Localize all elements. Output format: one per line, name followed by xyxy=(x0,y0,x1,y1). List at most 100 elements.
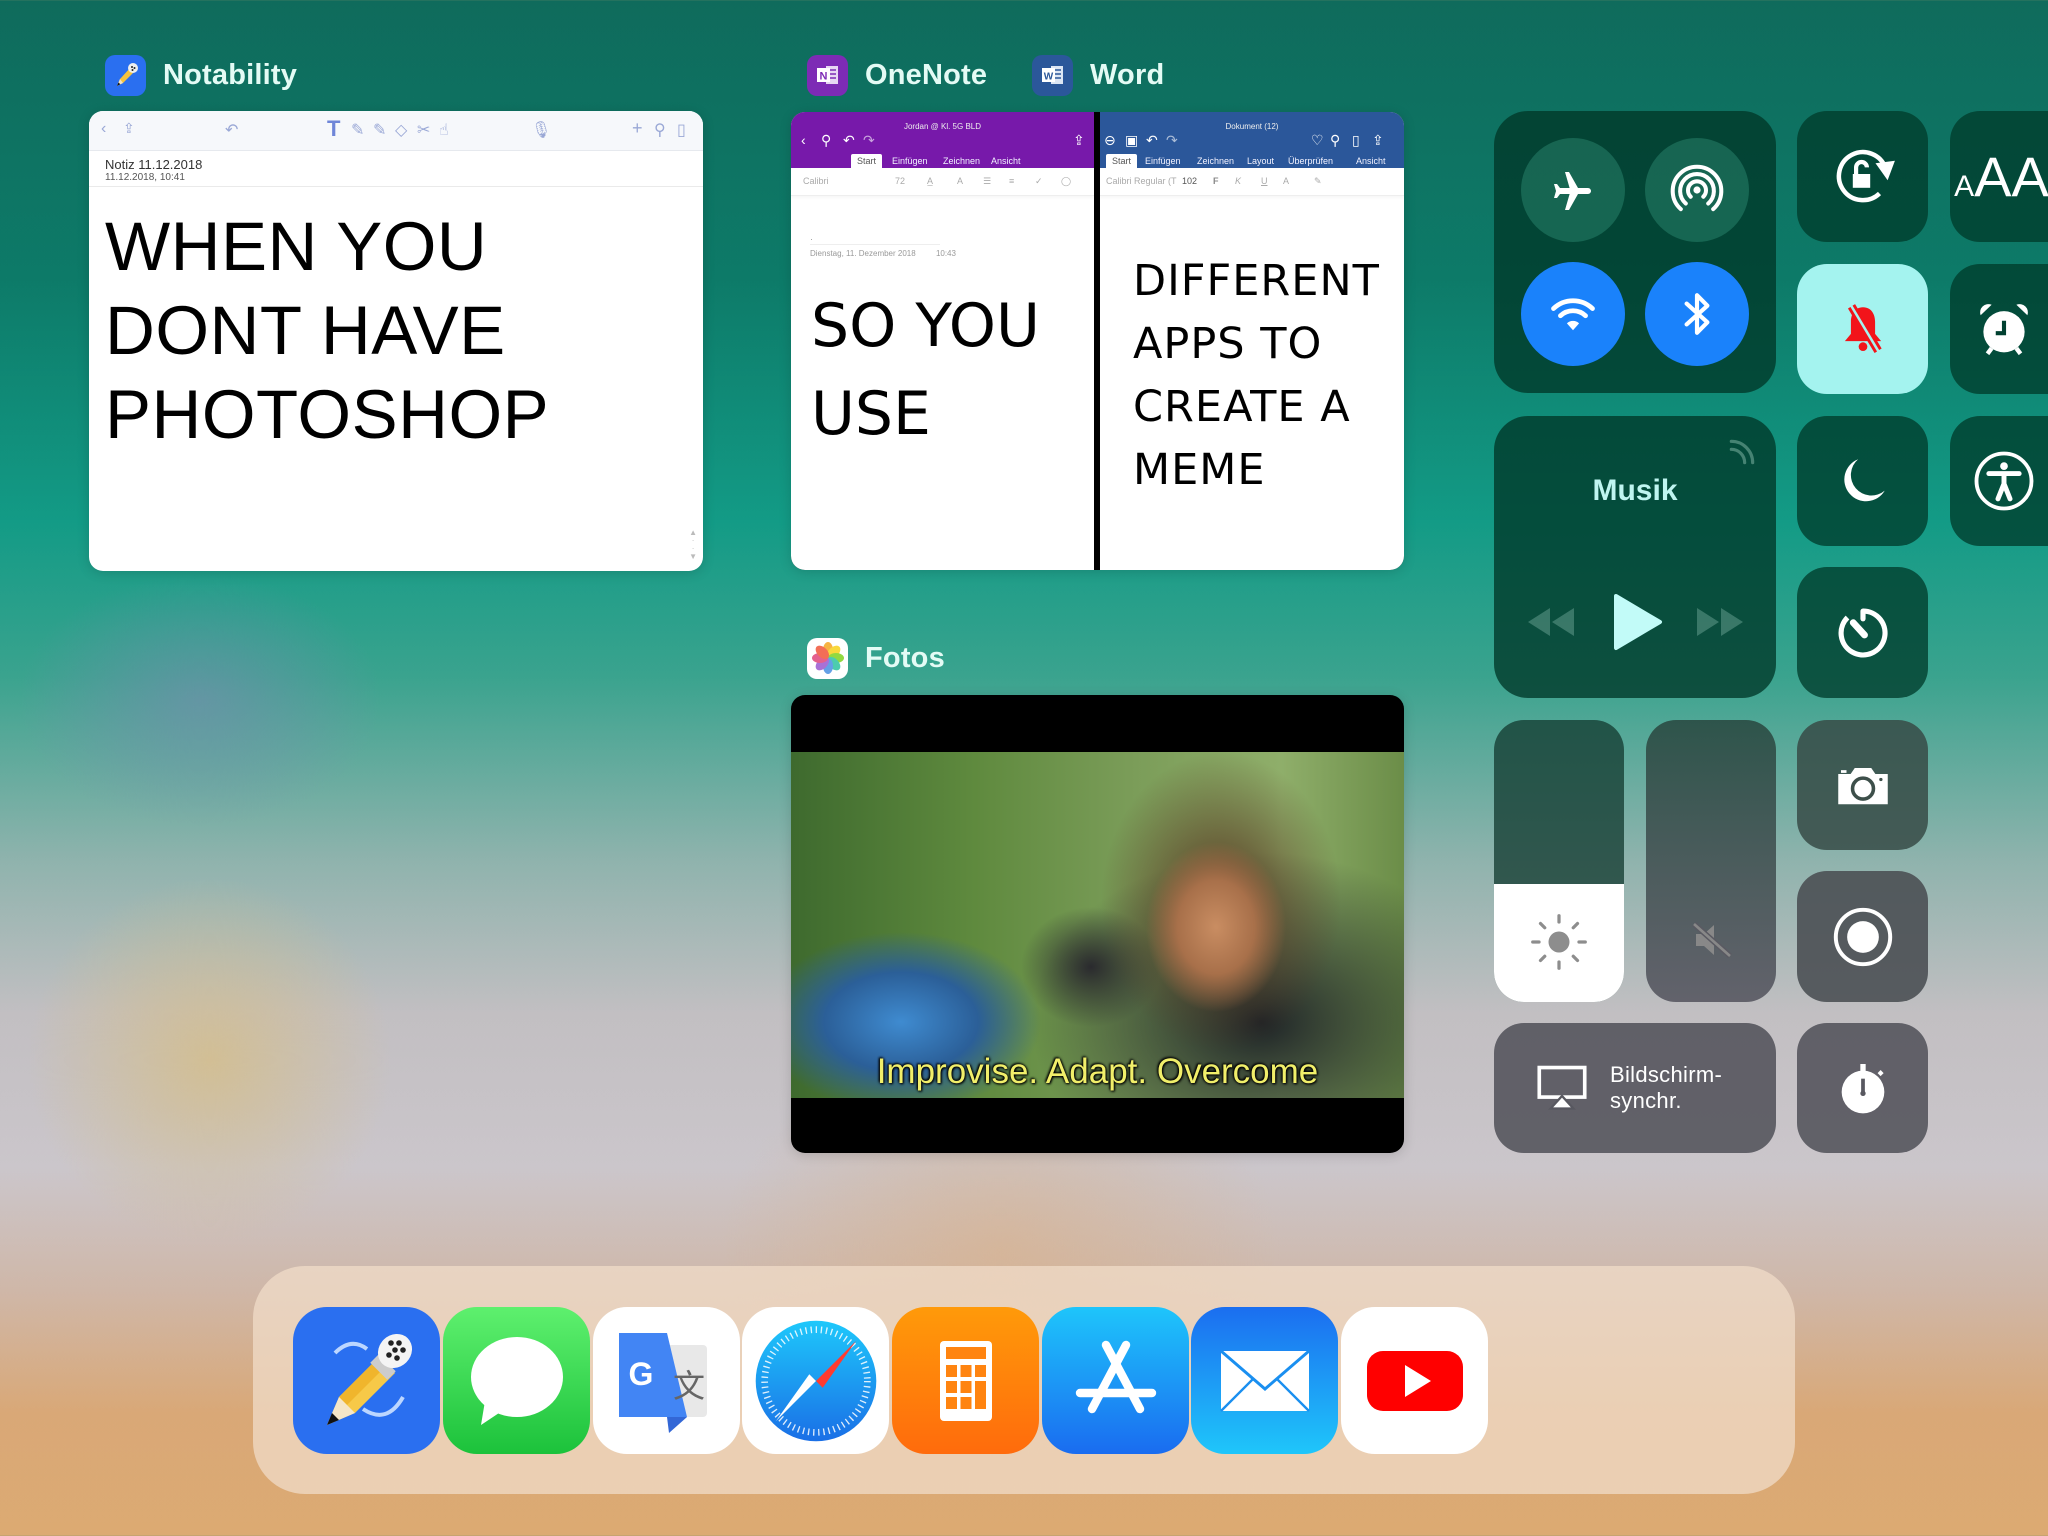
align-icon[interactable]: ≡ xyxy=(1009,176,1014,186)
font-size[interactable]: 102 xyxy=(1182,176,1197,186)
back-icon[interactable]: ‹ xyxy=(101,120,106,138)
dock-app-messages[interactable] xyxy=(443,1307,590,1454)
svg-text:G: G xyxy=(628,1356,653,1392)
file-icon[interactable]: ▣ xyxy=(1125,132,1138,149)
rotation-lock-button[interactable] xyxy=(1797,111,1928,242)
tab-layout[interactable]: Layout xyxy=(1247,156,1274,166)
text-size-icon: AAA xyxy=(1954,145,2048,208)
bluetooth-toggle[interactable] xyxy=(1645,262,1749,366)
tab-ansicht[interactable]: Ansicht xyxy=(991,156,1021,166)
pages-icon[interactable]: ▯ xyxy=(677,120,686,140)
meme-photo[interactable]: Improvise. Adapt. Overcome xyxy=(791,752,1404,1098)
list-icon[interactable]: ☰ xyxy=(983,176,991,187)
tab-start[interactable]: Start xyxy=(851,154,883,168)
stopwatch-button[interactable] xyxy=(1797,1023,1928,1153)
alarm-button[interactable] xyxy=(1950,264,2048,394)
styles-icon[interactable]: ✓ xyxy=(1035,176,1043,187)
dock-app-notability[interactable] xyxy=(293,1307,440,1454)
fast-forward-icon[interactable] xyxy=(1695,604,1747,640)
font-name[interactable]: Calibri Regular (T xyxy=(1106,176,1177,186)
volume-slider[interactable] xyxy=(1646,720,1776,1002)
notability-icon xyxy=(326,1333,412,1425)
youtube-icon xyxy=(1366,1350,1463,1411)
airdrop-toggle[interactable] xyxy=(1645,138,1749,242)
search-icon[interactable]: ⚲ xyxy=(1330,132,1340,149)
tab-start[interactable]: Start xyxy=(1106,154,1138,168)
dock-app-app-store[interactable] xyxy=(1042,1307,1189,1454)
do-not-disturb-button[interactable] xyxy=(1797,416,1928,546)
undo-icon[interactable]: ↶ xyxy=(843,132,855,149)
highlighter-icon[interactable]: ✎ xyxy=(373,120,386,140)
scroll-indicator[interactable]: ▲ · · ▼ xyxy=(689,529,697,561)
page-time-text: 10:43 xyxy=(935,249,956,258)
word-tabs: Start Einfügen Zeichnen Layout Überprüfe… xyxy=(1100,151,1404,168)
app-label-word: W Word xyxy=(1032,54,1164,96)
word-pane[interactable]: Dokument (12) ⊖ ▣ ↶ ↷ ♡ ⚲ ▯ ⇪ Start Einf… xyxy=(1100,112,1404,570)
search-icon[interactable]: ⚲ xyxy=(821,132,831,149)
wifi-toggle[interactable] xyxy=(1521,262,1625,366)
tag-icon[interactable]: ◯ xyxy=(1061,176,1071,187)
screen-record-button[interactable] xyxy=(1797,871,1928,1002)
hand-icon[interactable]: ☝ xyxy=(439,120,449,140)
mobile-view-icon[interactable]: ▯ xyxy=(1352,132,1360,149)
share-icon[interactable]: ⇪ xyxy=(1073,132,1085,149)
camera-button[interactable] xyxy=(1797,720,1928,850)
timer-button[interactable] xyxy=(1797,567,1928,698)
onenote-pane[interactable]: Jordan @ Kl. 5G BLD ‹ ⚲ ↶ ↷ ⇪ Start Einf… xyxy=(791,112,1094,570)
lightbulb-icon[interactable]: ♡ xyxy=(1311,132,1324,149)
music-module[interactable]: Musik xyxy=(1494,416,1776,698)
italic-button[interactable]: K xyxy=(1235,176,1241,186)
dock-app-safari[interactable] xyxy=(742,1307,889,1454)
airplay-audio-icon[interactable] xyxy=(1726,436,1758,468)
back-circle-icon[interactable]: ⊖ xyxy=(1104,132,1116,149)
app-card-notability[interactable]: ‹ ⇪ ↶ T ✎ ✎ ◇ ✂ ☝ 🎙︎ + ⚲ ▯ Notiz 11.12.2… xyxy=(89,111,703,571)
pen-icon[interactable]: ✎ xyxy=(351,120,364,140)
tab-ansicht[interactable]: Ansicht xyxy=(1356,156,1386,166)
font-size[interactable]: 72 xyxy=(895,176,905,186)
text-highlight-icon[interactable]: A̲ xyxy=(927,176,933,186)
microphone-icon[interactable]: 🎙︎ xyxy=(531,120,551,140)
page-title-line[interactable]: · xyxy=(810,234,940,245)
back-icon[interactable]: ‹ xyxy=(801,132,806,148)
share-icon[interactable]: ⇪ xyxy=(1372,132,1384,149)
eraser-icon[interactable]: ◇ xyxy=(395,120,407,140)
rewind-icon[interactable] xyxy=(1524,604,1576,640)
add-icon[interactable]: + xyxy=(632,118,643,139)
scissors-icon[interactable]: ✂ xyxy=(417,120,430,140)
brightness-slider[interactable] xyxy=(1494,720,1624,1002)
tools-icon[interactable]: ⚲ xyxy=(654,120,666,140)
dock-app-google-translate[interactable]: G 文 xyxy=(593,1307,740,1454)
wifi-icon xyxy=(1551,298,1595,331)
font-color-button[interactable]: A xyxy=(1283,176,1289,186)
highlight-icon[interactable]: ✎ xyxy=(1314,176,1322,187)
tab-zeichnen[interactable]: Zeichnen xyxy=(943,156,980,166)
tab-einfuegen[interactable]: Einfügen xyxy=(892,156,928,166)
bold-button[interactable]: F xyxy=(1213,176,1219,186)
font-name[interactable]: Calibri xyxy=(803,176,829,186)
redo-icon[interactable]: ↷ xyxy=(1166,132,1178,149)
underline-button[interactable]: U xyxy=(1261,176,1268,186)
app-card-fotos[interactable]: Improvise. Adapt. Overcome xyxy=(791,695,1404,1153)
undo-icon[interactable]: ↶ xyxy=(1146,132,1158,149)
text-tool-icon[interactable]: T xyxy=(327,116,340,142)
share-icon[interactable]: ⇪ xyxy=(123,120,135,137)
text-size-button[interactable]: AAA xyxy=(1950,111,2048,242)
app-label-text: Word xyxy=(1090,58,1165,91)
accessibility-button[interactable] xyxy=(1950,416,2048,546)
page-date-text: Dienstag, 11. Dezember 2018 xyxy=(810,249,916,258)
dock-app-youtube[interactable] xyxy=(1341,1307,1488,1454)
redo-icon[interactable]: ↷ xyxy=(863,132,875,149)
tab-zeichnen[interactable]: Zeichnen xyxy=(1197,156,1234,166)
note-line: WHEN YOU xyxy=(105,208,488,285)
app-card-split-view[interactable]: Jordan @ Kl. 5G BLD ‹ ⚲ ↶ ↷ ⇪ Start Einf… xyxy=(791,112,1404,570)
silent-mode-button[interactable] xyxy=(1797,264,1928,394)
tab-ueberpruefen[interactable]: Überprüfen xyxy=(1288,156,1333,166)
tab-einfuegen[interactable]: Einfügen xyxy=(1145,156,1181,166)
undo-icon[interactable]: ↶ xyxy=(225,120,238,140)
dock-app-mail[interactable] xyxy=(1191,1307,1338,1454)
airplane-mode-toggle[interactable] xyxy=(1521,138,1625,242)
screen-mirroring-button[interactable]: Bildschirm- synchr. xyxy=(1494,1023,1776,1153)
dock-app-calculator[interactable] xyxy=(892,1307,1039,1454)
font-color-icon[interactable]: A xyxy=(957,176,963,186)
play-icon[interactable] xyxy=(1612,592,1664,652)
